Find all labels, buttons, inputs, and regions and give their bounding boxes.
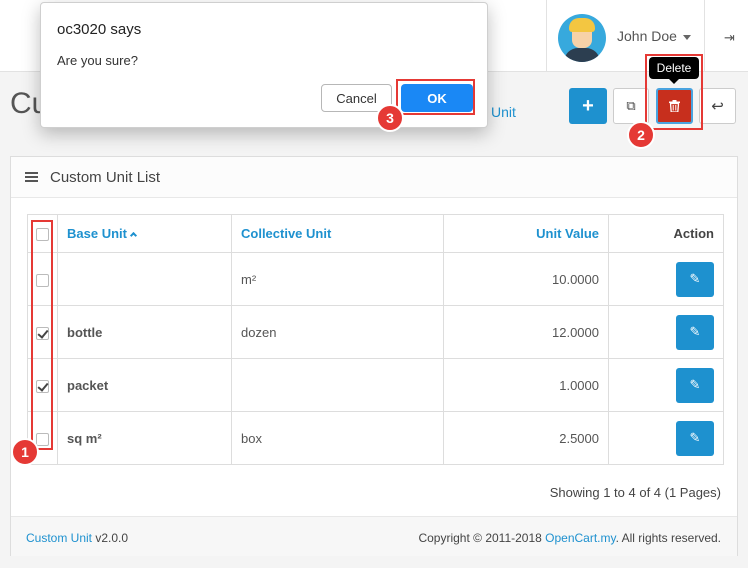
pencil-icon: ✎ (689, 430, 701, 445)
table-header-row: Base Unit Collective Unit Unit Value Act… (27, 214, 724, 253)
unit-value-cell: 12.0000 (443, 305, 609, 359)
chevron-down-icon (682, 34, 691, 40)
edit-button[interactable]: ✎ (676, 420, 714, 456)
copy-button[interactable]: ⧉ (613, 88, 649, 124)
user-menu[interactable]: John Doe (617, 28, 691, 44)
header-divider (704, 0, 705, 72)
table-row: sq m² box 2.5000 ✎ (27, 411, 724, 465)
checkbox-highlight-box (31, 220, 53, 450)
avatar-body (564, 48, 600, 62)
collective-unit-header[interactable]: Collective Unit (231, 214, 444, 253)
copyright-prefix: Copyright © 2011-2018 (418, 531, 546, 545)
unit-value-cell: 2.5000 (443, 411, 609, 465)
collective-unit-cell: dozen (231, 305, 444, 359)
panel-title: Custom Unit List (50, 168, 161, 186)
sort-collective-unit-link[interactable]: Collective Unit (241, 226, 331, 241)
sort-base-unit-link[interactable]: Base Unit (67, 226, 138, 241)
back-button[interactable]: ↩ (699, 88, 736, 124)
back-arrow-icon: ↩ (711, 98, 724, 115)
delete-highlight-box (645, 54, 703, 130)
step-1-badge: 1 (11, 438, 39, 466)
action-cell: ✎ (608, 358, 724, 412)
copyright-suffix: . All rights reserved. (615, 531, 721, 545)
pencil-icon: ✎ (689, 324, 701, 339)
ok-highlight-box (396, 79, 475, 115)
base-unit-cell (57, 252, 232, 306)
action-cell: ✎ (608, 305, 724, 359)
sort-unit-value-link[interactable]: Unit Value (536, 226, 599, 241)
collective-unit-cell: box (231, 411, 444, 465)
list-icon (25, 170, 38, 184)
footer-version: Custom Unit v2.0.0 (26, 531, 128, 545)
add-button[interactable]: + (569, 88, 607, 124)
pencil-icon: ✎ (689, 271, 701, 286)
footer-copyright: Copyright © 2011-2018 OpenCart.my. All r… (418, 531, 721, 545)
base-unit-header[interactable]: Base Unit (57, 214, 232, 253)
user-avatar[interactable] (558, 14, 606, 62)
action-header: Action (608, 214, 724, 253)
user-name: John Doe (617, 28, 677, 44)
table-row: packet 1.0000 ✎ (27, 358, 724, 412)
sort-asc-icon (129, 231, 138, 240)
logout-icon[interactable]: ⇥ (724, 30, 735, 46)
step-2-badge: 2 (627, 121, 655, 149)
panel-heading: Custom Unit List (11, 157, 737, 198)
collective-unit-cell: m² (231, 252, 444, 306)
copy-icon: ⧉ (626, 98, 636, 113)
base-unit-cell: bottle (57, 305, 232, 359)
edit-button[interactable]: ✎ (676, 261, 714, 297)
avatar-hair (569, 18, 595, 32)
module-link[interactable]: Custom Unit (26, 531, 92, 545)
unit-value-header[interactable]: Unit Value (443, 214, 609, 253)
table-row: bottle dozen 12.0000 ✎ (27, 305, 724, 359)
panel-footer: Custom Unit v2.0.0 Copyright © 2011-2018… (11, 516, 737, 556)
edit-button[interactable]: ✎ (676, 314, 714, 350)
unit-table: Base Unit Collective Unit Unit Value Act… (27, 214, 724, 465)
header-divider (546, 0, 547, 72)
action-cell: ✎ (608, 411, 724, 465)
collective-unit-cell (231, 358, 444, 412)
pagination-info: Showing 1 to 4 of 4 (1 Pages) (549, 485, 721, 500)
action-cell: ✎ (608, 252, 724, 306)
base-unit-cell: packet (57, 358, 232, 412)
unit-value-cell: 10.0000 (443, 252, 609, 306)
dialog-title: oc3020 says (57, 21, 142, 38)
pencil-icon: ✎ (689, 377, 701, 392)
base-unit-cell: sq m² (57, 411, 232, 465)
plus-icon: + (582, 94, 594, 117)
dialog-message: Are you sure? (57, 53, 138, 68)
breadcrumb[interactable]: Unit (491, 104, 516, 120)
opencart-link[interactable]: OpenCart.my (545, 531, 615, 545)
unit-value-cell: 1.0000 (443, 358, 609, 412)
edit-button[interactable]: ✎ (676, 367, 714, 403)
module-version: v2.0.0 (92, 531, 129, 545)
table-row: m² 10.0000 ✎ (27, 252, 724, 306)
step-3-badge: 3 (376, 104, 404, 132)
custom-unit-panel: Custom Unit List Base Unit Collective Un… (10, 156, 738, 556)
